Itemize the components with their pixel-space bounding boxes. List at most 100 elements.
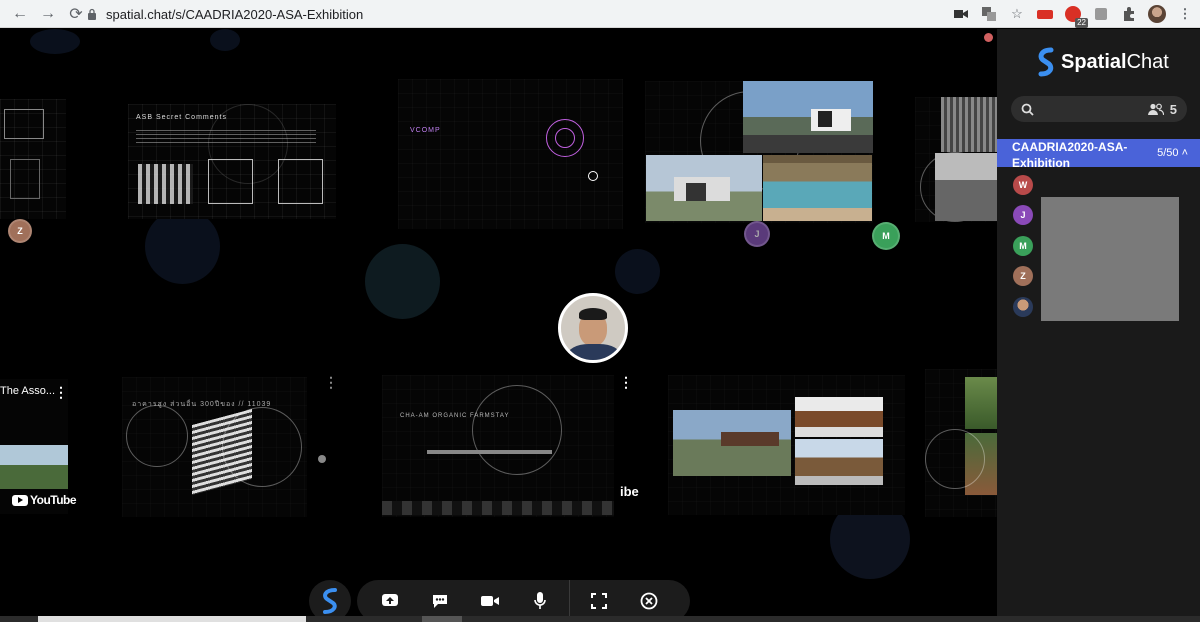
video-tile[interactable]: The Asso... ⋮ YouTube [0, 379, 77, 514]
brand-name: SpatialChat [1061, 50, 1169, 73]
close-circle-icon [640, 592, 658, 610]
board-menu-icon[interactable]: ⋮ [324, 375, 338, 389]
search-icon [1021, 103, 1034, 116]
video-tile-menu-icon[interactable]: ⋮ [54, 385, 68, 399]
forward-icon[interactable]: → [36, 2, 60, 26]
exhibition-board[interactable] [645, 81, 873, 223]
board-ring [472, 385, 562, 475]
house-photo [743, 81, 873, 153]
back-icon[interactable]: ← [8, 2, 32, 26]
building-photo [935, 153, 997, 221]
puzzle-icon[interactable] [1120, 5, 1138, 23]
address-bar[interactable]: spatial.chat/s/CAADRIA2020-ASA-Exhibitio… [84, 3, 1044, 25]
member-avatar-m[interactable]: M [1013, 236, 1033, 256]
background-bokeh [615, 249, 660, 294]
board-ring [222, 407, 302, 487]
background-bokeh [145, 209, 220, 284]
youtube-label: YouTube [30, 493, 77, 507]
exhibition-board[interactable]: VCOMP [398, 79, 623, 229]
taskbar-strip [0, 616, 1200, 622]
youtube-logo: YouTube [12, 493, 77, 507]
taskbar-segment [422, 616, 462, 622]
extension-red-icon[interactable] [1036, 5, 1054, 23]
fullscreen-icon [591, 593, 607, 609]
translate-icon[interactable] [980, 5, 998, 23]
user-avatar-m[interactable]: M [872, 222, 900, 250]
profile-avatar[interactable] [1148, 5, 1166, 23]
board-menu-icon[interactable]: ⋮ [619, 375, 633, 389]
close-circle-icon[interactable] [318, 455, 326, 463]
microphone-icon [534, 592, 546, 609]
extension-gray-icon[interactable] [1092, 5, 1110, 23]
spatial-canvas[interactable]: ASB Secret Comments VCOMP Z M J The Asso… [0, 29, 997, 622]
board-bottom-bar [382, 501, 614, 515]
taskbar-segment [38, 616, 306, 622]
chevron-up-icon[interactable]: ˄ [1182, 147, 1188, 159]
board-ring [588, 171, 598, 181]
exhibition-board[interactable]: ASB Secret Comments [128, 104, 336, 219]
pavilion-photo [795, 397, 883, 437]
brand-logo: SpatialChat [1037, 47, 1169, 77]
board-drawing [10, 159, 40, 199]
camera-icon [481, 596, 499, 606]
video-tile-title: ibe [620, 484, 639, 499]
user-avatar-j[interactable]: J [744, 221, 770, 247]
pavilion-photo [795, 439, 883, 485]
member-avatar-j[interactable]: J [1013, 205, 1033, 225]
camera-indicator-icon[interactable] [952, 5, 970, 23]
tree-photo [965, 377, 997, 429]
participant-count-value: 5 [1169, 101, 1177, 117]
building-photo [941, 97, 997, 152]
more-menu-icon[interactable]: ⋮ [1176, 5, 1194, 23]
member-avatar-z[interactable]: Z [1013, 266, 1033, 286]
room-name[interactable]: CAADRIA2020-ASA-Exhibition [1012, 139, 1142, 171]
board-ring [555, 128, 575, 148]
self-video-avatar[interactable] [558, 293, 628, 363]
member-avatar-w[interactable]: W [1013, 175, 1033, 195]
star-icon[interactable]: ☆ [1008, 5, 1026, 23]
exhibition-board[interactable] [668, 375, 905, 515]
board-ring [925, 429, 985, 489]
board-drawing [278, 159, 323, 204]
participant-count: 5 [1147, 101, 1177, 117]
board-drawing [138, 164, 193, 204]
spatialchat-logo-icon [323, 588, 337, 614]
spatialchat-logo-icon [1038, 47, 1054, 77]
video-tile-title: The Asso... [0, 385, 56, 397]
exhibition-board[interactable] [925, 369, 997, 517]
url-text: spatial.chat/s/CAADRIA2020-ASA-Exhibitio… [106, 6, 364, 22]
room-capacity: 5/50 ˄ [1157, 147, 1188, 159]
lock-icon [84, 6, 100, 22]
farm-photo [673, 410, 791, 476]
user-avatar-z[interactable]: Z [8, 219, 32, 243]
board-strip [427, 450, 552, 454]
exhibition-board[interactable]: อาคารสูง ส่วนอื่น 300ปีของ // 11039 [122, 377, 307, 517]
board-title: VCOMP [410, 127, 441, 134]
exhibition-board[interactable] [0, 99, 66, 219]
board-title: ASB Secret Comments [136, 114, 227, 121]
background-bokeh [365, 244, 440, 319]
extension-badge-count: 22 [1075, 18, 1088, 28]
board-ring [126, 405, 188, 467]
board-drawing [4, 109, 44, 139]
browser-toolbar: ← → ⟳ spatial.chat/s/CAADRIA2020-ASA-Exh… [0, 0, 1200, 28]
browser-extensions: ☆ 22 ⋮ [952, 3, 1194, 28]
recording-dot [984, 33, 993, 42]
extension-badge-icon[interactable]: 22 [1064, 5, 1088, 28]
exhibition-board[interactable] [915, 97, 997, 222]
people-icon [1147, 103, 1164, 115]
video-thumbnail [0, 445, 68, 489]
member-avatar-photo[interactable] [1013, 297, 1033, 317]
chat-icon [433, 595, 447, 608]
share-screen-icon [382, 594, 398, 606]
youtube-play-icon [12, 494, 28, 506]
room-preview[interactable] [1041, 197, 1179, 321]
sidebar: SpatialChat 5 CAADRIA2020-ASA-Exhibition… [997, 29, 1200, 622]
self-video-hair [579, 308, 607, 320]
background-bokeh [30, 29, 80, 54]
people-search[interactable]: 5 [1011, 96, 1187, 122]
background-bokeh [210, 29, 240, 51]
pool-photo [763, 155, 872, 221]
exhibition-board[interactable]: CHA-AM ORGANIC FARMSTAY [382, 375, 614, 517]
board-ring [208, 104, 288, 184]
